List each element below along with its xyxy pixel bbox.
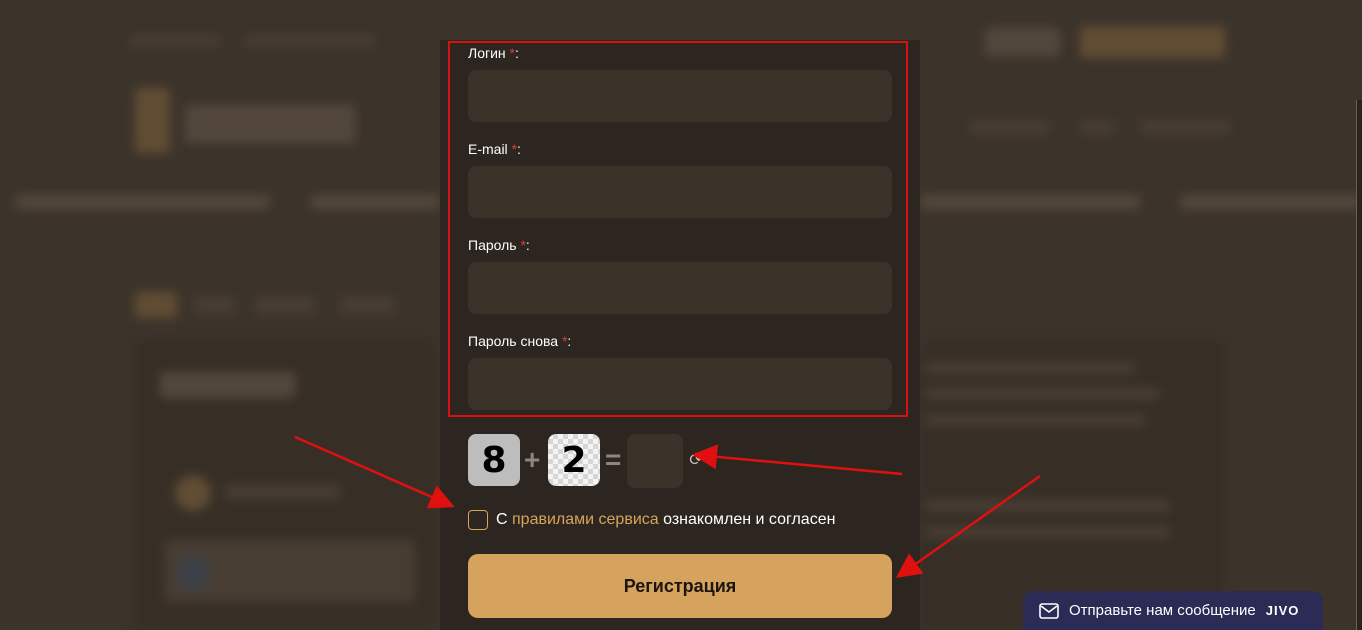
arrow-to-register bbox=[895, 474, 1041, 578]
jivo-logo: JIVO bbox=[1265, 603, 1300, 618]
arrow-to-refresh bbox=[692, 444, 903, 476]
annotation-arrows bbox=[294, 435, 1041, 578]
arrow-to-checkbox bbox=[294, 435, 455, 509]
envelope-icon bbox=[1039, 602, 1059, 619]
chat-widget[interactable]: Отправьте нам сообщение JIVO bbox=[1023, 591, 1323, 630]
chat-widget-text: Отправьте нам сообщение bbox=[1069, 602, 1256, 619]
